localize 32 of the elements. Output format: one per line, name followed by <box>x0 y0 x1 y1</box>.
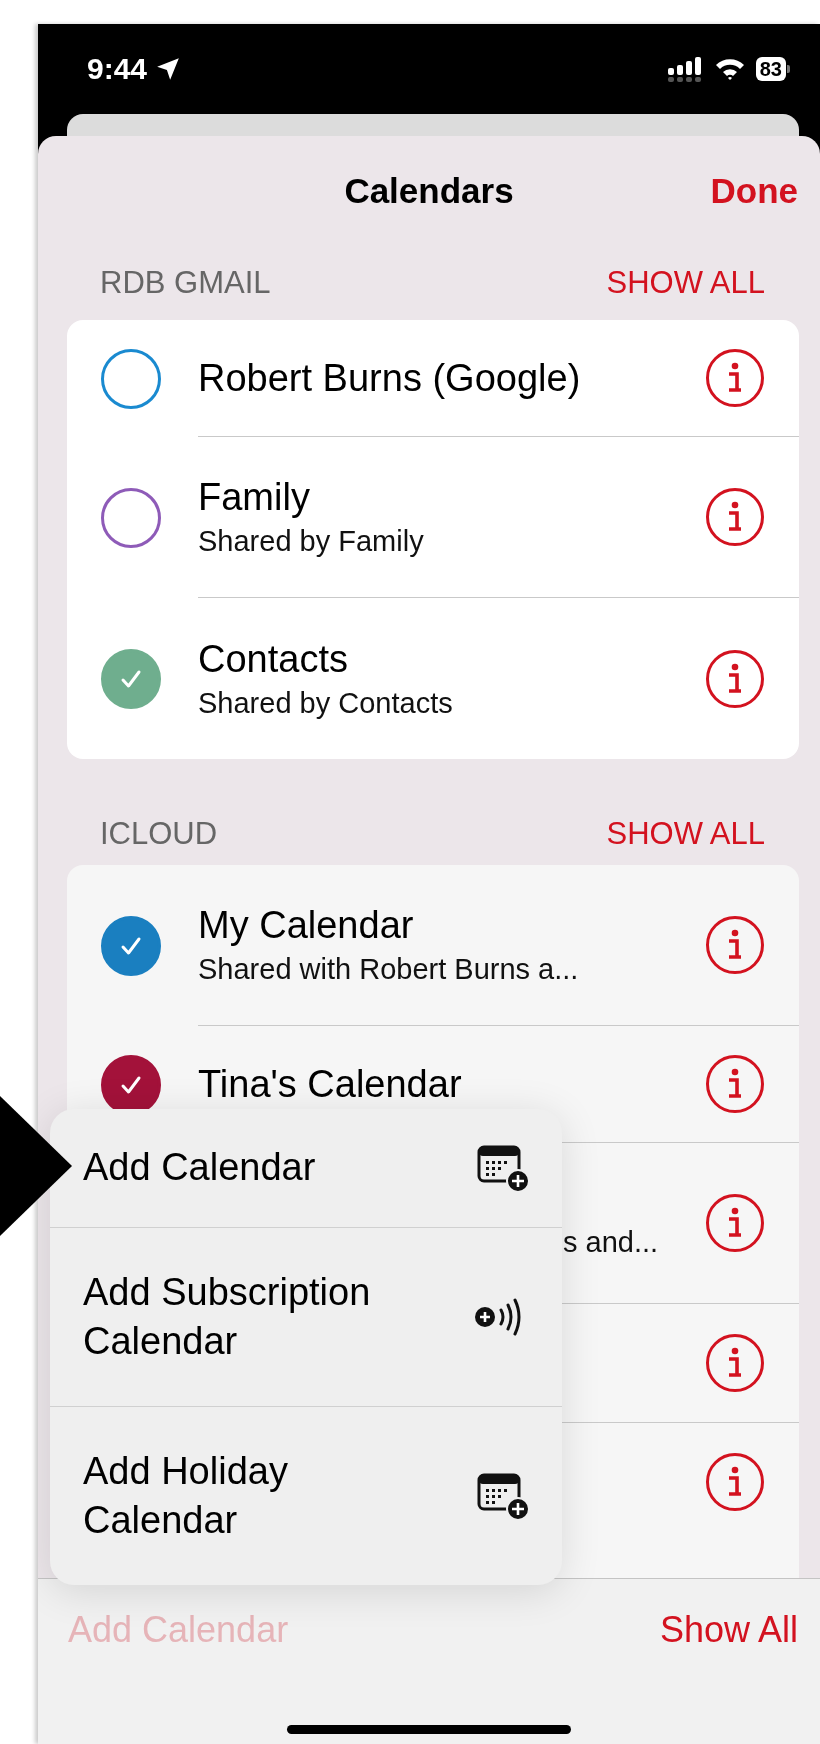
menu-item[interactable]: Add Subscription Calendar <box>50 1228 562 1407</box>
section-header: ICLOUD <box>100 816 218 852</box>
info-icon[interactable] <box>705 1451 765 1512</box>
info-icon[interactable] <box>705 487 765 547</box>
info-icon[interactable] <box>705 1054 765 1114</box>
calendar-name: Tina's Calendar <box>198 1062 462 1106</box>
location-icon <box>155 56 182 82</box>
info-icon[interactable] <box>705 1193 765 1253</box>
info-icon[interactable] <box>705 348 765 408</box>
calendar-name: Robert Burns (Google) <box>198 356 581 400</box>
menu-item[interactable]: Add Calendar <box>50 1109 562 1228</box>
calendar-name: Family <box>198 476 311 519</box>
calendar-checkbox[interactable] <box>101 487 161 548</box>
calendar-subtitle: s and... <box>562 1224 659 1259</box>
calendar-name: My Calendar <box>198 904 415 947</box>
calendar-subtitle: Shared by Contacts <box>198 686 453 720</box>
show-all-link[interactable]: SHOW ALL <box>606 265 765 301</box>
info-icon[interactable] <box>705 915 765 975</box>
info-icon[interactable] <box>705 1333 765 1393</box>
calendar-subtitle: Shared with Robert Burns a... <box>198 953 579 986</box>
calendar-checkbox[interactable] <box>101 348 161 409</box>
show-all-button[interactable]: Show All <box>659 1609 798 1651</box>
status-time: 9:44 <box>87 52 148 86</box>
done-button[interactable]: Done <box>710 171 798 211</box>
show-all-link[interactable]: SHOW ALL <box>606 816 765 852</box>
menu-item[interactable]: Add Holiday Calendar <box>50 1407 562 1585</box>
calendar-name: Contacts <box>198 637 349 681</box>
calendar-subtitle: Shared by Family <box>198 525 424 558</box>
sheet-title: Calendars <box>344 171 514 211</box>
info-icon[interactable] <box>705 648 765 709</box>
section-header: RDB GMAIL <box>100 265 271 301</box>
signal-icon <box>667 56 704 82</box>
